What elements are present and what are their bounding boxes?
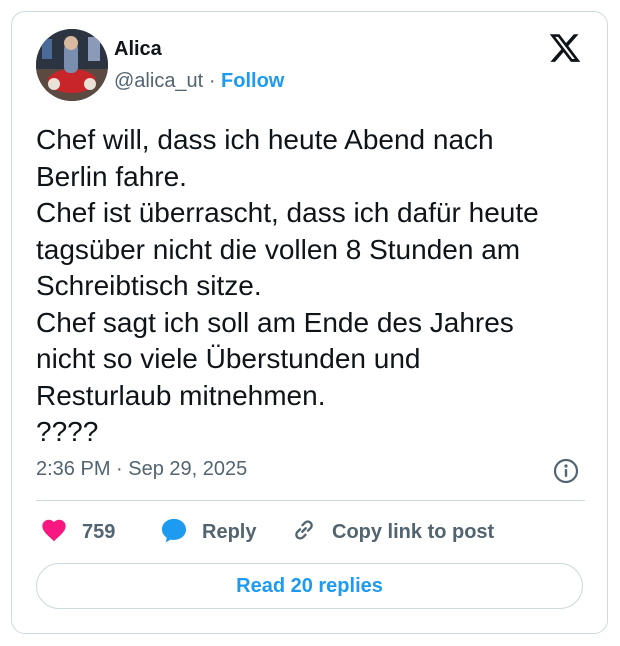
tweet-line: Berlin fahre. (36, 160, 187, 192)
tweet-line: ???? (36, 416, 99, 447)
reply-button[interactable]: Reply (160, 518, 256, 546)
author-name[interactable]: Alica (114, 38, 162, 61)
avatar-image (36, 29, 108, 101)
separator: · (208, 70, 216, 92)
tweet-line: Chef ist überrascht, dass ich dafür heut… (36, 197, 539, 228)
reply-bubble-icon (160, 516, 188, 549)
follow-button[interactable]: Follow (221, 70, 284, 92)
tweet-line: tagsüber nicht die vollen 8 Stunden am (36, 233, 521, 265)
link-icon (290, 516, 318, 549)
copy-link-label: Copy link to post (332, 520, 495, 543)
divider (36, 500, 585, 501)
tweet-line: Chef will, dass ich heute Abend nach (36, 124, 494, 155)
tweet-line: Chef sagt ich soll am Ende des Jahres (36, 306, 514, 338)
x-logo-icon[interactable] (548, 31, 582, 65)
reply-label: Reply (202, 520, 257, 543)
tweet-line: nicht so viele Überstunden und (36, 343, 421, 374)
read-replies-label: Read 20 replies (236, 574, 383, 597)
tweet-line: Resturlaub mitnehmen. (36, 379, 326, 411)
author-handle-row: @alica_ut · Follow (114, 70, 284, 93)
like-button[interactable]: 759 (40, 518, 115, 546)
tweet-line: Schreibtisch sitze. (36, 270, 262, 301)
timestamp[interactable]: 2:36 PM · Sep 29, 2025 (36, 458, 247, 481)
copy-link-button[interactable]: Copy link to post (290, 518, 494, 546)
avatar[interactable] (36, 29, 108, 101)
like-count: 759 (82, 520, 116, 543)
info-icon[interactable] (553, 458, 579, 484)
read-replies-button[interactable]: Read 20 replies (36, 563, 583, 609)
heart-icon (40, 516, 68, 549)
tweet-text: Chef will, dass ich heute Abend nach Ber… (36, 122, 591, 451)
author-handle[interactable]: @alica_ut (114, 70, 203, 92)
